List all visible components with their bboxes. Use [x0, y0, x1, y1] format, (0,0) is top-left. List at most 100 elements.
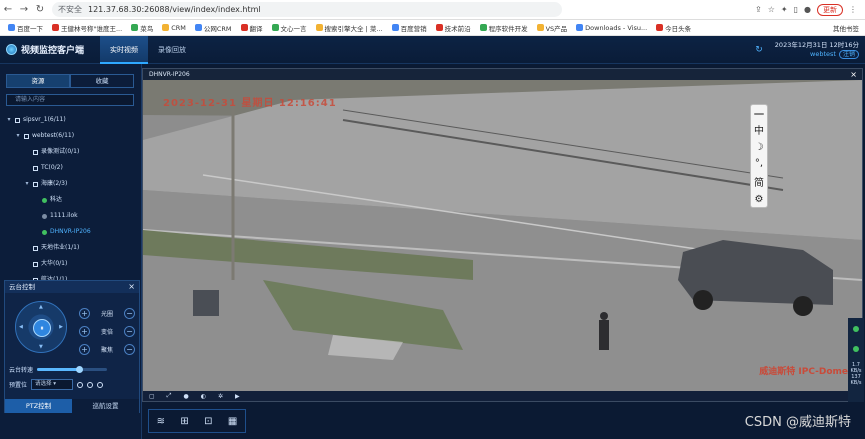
bookmark-item[interactable]: 王健林号称"谁度王... — [52, 23, 122, 33]
bookmark-item[interactable]: 百度营销 — [391, 23, 427, 33]
bookmark-favicon-icon — [194, 24, 202, 31]
camera-icon[interactable]: ▶ — [235, 393, 240, 400]
tab-cruise-settings[interactable]: 巡航设置 — [72, 399, 139, 413]
tree-node[interactable]: 大华(0/1) — [0, 256, 142, 272]
minus-icon[interactable]: − — [123, 343, 135, 355]
bookmark-favicon-icon — [271, 24, 279, 31]
ime-punct[interactable]: °, — [755, 158, 763, 169]
bookmark-item[interactable]: 文心一言 — [271, 23, 307, 33]
tree-node-label: 天地伟业(1/1) — [41, 244, 80, 251]
bookmark-item[interactable]: 搜索引擎大全 | 菜... — [315, 23, 383, 33]
chevron-down-icon[interactable]: ▾ — [6, 112, 12, 128]
pause-button[interactable]: ⏸ — [33, 319, 51, 337]
profile-icon[interactable]: ● — [804, 5, 811, 14]
extensions-icon[interactable]: ✦ — [781, 5, 788, 14]
bookmark-item[interactable]: 菜鸟 — [131, 23, 153, 33]
video-frame[interactable]: 2023-12-31 星期日 12:16:41 威迪斯特 IPC-Dome 中 … — [143, 80, 862, 391]
tree-node[interactable]: DHNVR-IP206 — [0, 224, 142, 240]
bookmark-item[interactable]: CRM — [162, 24, 186, 32]
tree-node[interactable]: 1111.ilok — [0, 208, 142, 224]
tree-node[interactable]: ▾ 海康(2/3) — [0, 176, 142, 192]
bookmark-favicon-icon — [52, 24, 59, 31]
menu-icon[interactable]: ⋮ — [849, 5, 857, 14]
preset-call-icon[interactable] — [77, 381, 84, 388]
speed-thumb[interactable] — [76, 366, 84, 373]
refresh-icon[interactable]: ↻ — [755, 45, 763, 55]
record-icon[interactable]: ● — [183, 393, 188, 400]
layers-icon[interactable]: ≋ — [157, 416, 165, 427]
tree-node[interactable]: 科达 — [0, 192, 142, 208]
plus-icon[interactable]: + — [79, 325, 90, 337]
tab-favorites[interactable]: 收藏 — [70, 74, 134, 88]
search-input[interactable]: 请输入内容 — [6, 94, 134, 106]
tab-live-video[interactable]: 实时视频 — [100, 35, 148, 64]
logo-icon — [6, 44, 17, 55]
ime-settings-icon[interactable]: ⚙ — [755, 194, 764, 205]
minus-icon[interactable]: − — [123, 307, 135, 319]
ptz-panel: 云台控制 × ▲ ▼ ◀ ▶ ⏸ + 光圈 − + 变倍 − + 聚焦 − 云台… — [4, 280, 140, 413]
preset-select[interactable]: 请选择 ▾ — [31, 379, 74, 390]
bookmark-item[interactable]: 技术前沿 — [435, 23, 471, 33]
share-icon[interactable]: ⇪ — [755, 5, 762, 14]
update-button[interactable]: 更新 — [817, 3, 843, 16]
other-bookmarks[interactable]: 其他书签 — [833, 23, 865, 33]
grid-9-icon[interactable]: ▦ — [228, 416, 237, 427]
bookmark-item[interactable]: 今日头条 — [656, 23, 691, 33]
chevron-down-icon[interactable]: ▾ — [15, 128, 21, 144]
ime-simplified[interactable]: 简 — [754, 174, 764, 189]
minus-icon[interactable]: − — [123, 325, 135, 337]
chevron-down-icon[interactable]: ▾ — [24, 176, 30, 192]
bookmark-item[interactable]: Downloads - Visu... — [576, 24, 647, 32]
bookmark-label: 百度一下 — [17, 24, 43, 33]
tree-node[interactable]: TC(0/2) — [0, 160, 142, 176]
speed-row: 云台转速 — [9, 365, 137, 374]
logout-button[interactable]: 注销 — [838, 49, 859, 59]
tree-node[interactable]: ▾ webtest(6/11) — [0, 128, 142, 144]
tree-node[interactable]: 天地伟业(1/1) — [0, 240, 142, 256]
sidebar-icon[interactable]: ▯ — [794, 5, 798, 14]
preset-delete-icon[interactable] — [97, 381, 104, 388]
arrow-down-icon[interactable]: ▼ — [39, 344, 43, 350]
plus-icon[interactable]: + — [79, 343, 90, 355]
close-icon[interactable]: × — [128, 281, 139, 293]
address-bar[interactable]: 不安全 121.37.68.30:26088/view/index/index.… — [52, 2, 562, 17]
tree-node[interactable]: 录像测试(0/1) — [0, 144, 142, 160]
speed-slider[interactable] — [37, 366, 108, 373]
tree-node-label: webtest(6/11) — [32, 132, 75, 139]
tab-resources[interactable]: 资源 — [6, 74, 70, 88]
reload-icon[interactable]: ↻ — [32, 4, 48, 15]
forward-arrow-icon[interactable]: → — [16, 4, 32, 15]
arrow-left-icon[interactable]: ◀ — [19, 324, 23, 330]
star-icon[interactable]: ☆ — [768, 5, 775, 14]
control-label: 光圈 — [100, 310, 113, 318]
back-arrow-icon[interactable]: ← — [0, 4, 16, 15]
bookmark-item[interactable]: 程序软件开发 — [479, 23, 528, 33]
ptz-joystick[interactable]: ▲ ▼ ◀ ▶ ⏸ — [15, 301, 67, 353]
ime-grip[interactable] — [754, 113, 764, 115]
snapshot-icon[interactable]: ▢ — [149, 393, 155, 400]
arrow-up-icon[interactable]: ▲ — [39, 304, 43, 310]
grid-4-icon[interactable]: ⊞ — [180, 416, 188, 427]
tab-ptz-control[interactable]: PTZ控制 — [5, 399, 72, 413]
preset-set-icon[interactable] — [87, 381, 94, 388]
bookmark-item[interactable]: 翻译 — [240, 23, 263, 33]
plus-icon[interactable]: + — [79, 307, 90, 319]
bookmark-label: VS产品 — [545, 24, 568, 33]
settings-icon[interactable]: ✲ — [218, 393, 223, 400]
tab-playback[interactable]: 录像回放 — [148, 36, 196, 64]
bottom-bar: ≋ ⊞ ⊡ ▦ CSDN @威迪斯特 — [142, 403, 863, 439]
audio-icon[interactable]: ◐ — [201, 393, 206, 400]
arrow-right-icon[interactable]: ▶ — [59, 324, 63, 330]
grid-focus-icon[interactable]: ⊡ — [204, 416, 212, 427]
close-icon[interactable]: × — [850, 69, 857, 80]
bookmark-label: 技术前沿 — [444, 24, 471, 33]
fullscreen-icon[interactable]: ⤢ — [167, 392, 172, 400]
bookmark-item[interactable]: 百度一下 — [8, 23, 43, 33]
tree-node[interactable]: ▾ sipsvr_1(6/11) — [0, 112, 142, 128]
bookmark-label: 文心一言 — [280, 24, 307, 33]
ime-moon-icon[interactable]: ☽ — [755, 142, 764, 153]
bookmark-item[interactable]: VS产品 — [536, 23, 568, 33]
bookmark-item[interactable]: 公网CRM — [194, 23, 232, 33]
ime-mode[interactable]: 中 — [754, 122, 764, 137]
app-header: 视频监控客户端 实时视频 录像回放 ↻ 2023年12月31日 12时16分 w… — [0, 35, 865, 64]
